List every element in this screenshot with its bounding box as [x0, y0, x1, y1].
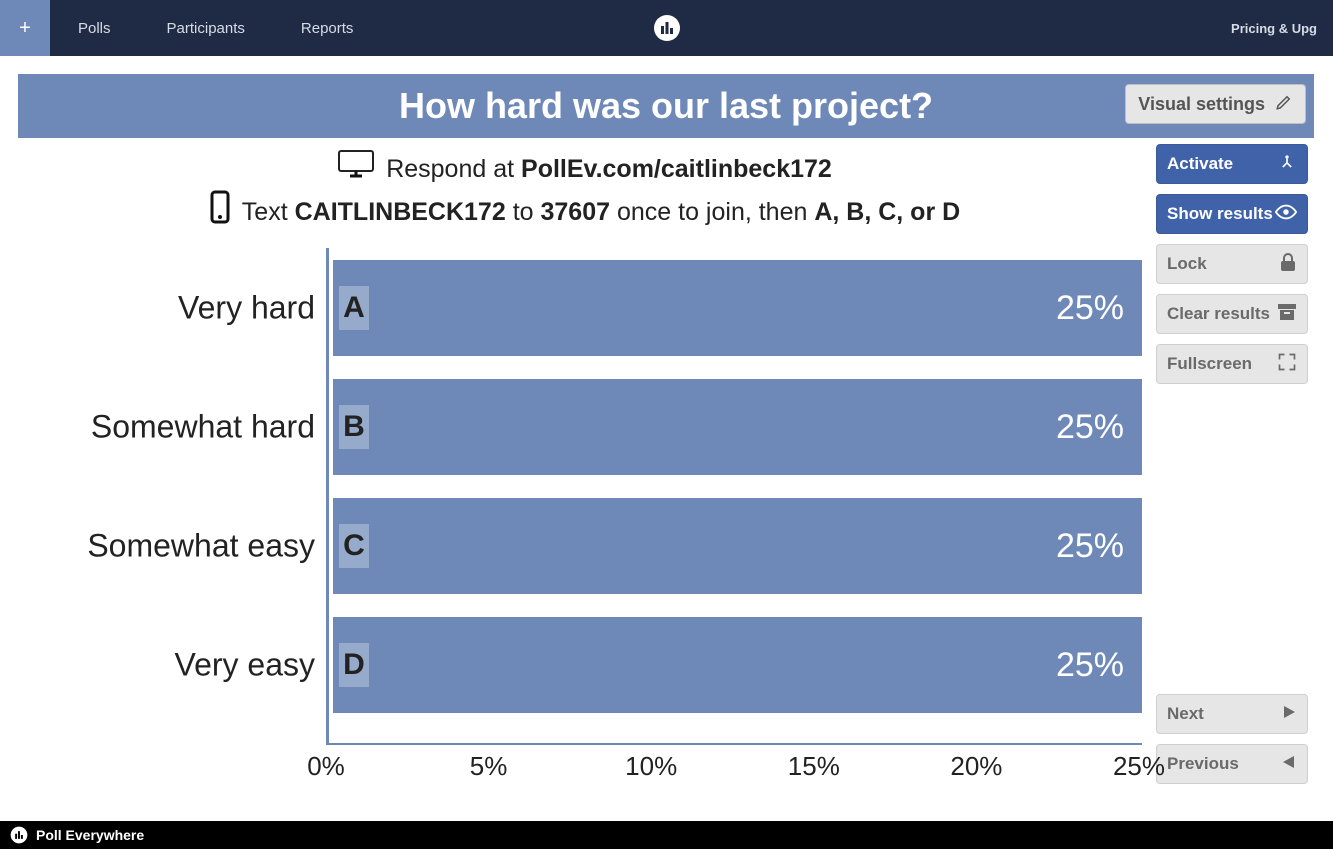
text-code: CAITLINBECK172	[295, 198, 506, 226]
next-label: Next	[1167, 704, 1204, 724]
respond-url: PollEv.com/caitlinbeck172	[521, 155, 832, 183]
lock-button[interactable]: Lock	[1156, 244, 1308, 284]
bar-row: Very hardA25%	[329, 260, 1142, 356]
instructions: Respond at PollEv.com/caitlinbeck172 Tex…	[18, 142, 1150, 248]
top-nav: + Polls Participants Reports Pricing & U…	[0, 0, 1333, 56]
previous-label: Previous	[1167, 754, 1239, 774]
bar-letter: A	[339, 286, 369, 330]
footer: Poll Everywhere	[0, 821, 1333, 849]
visual-settings-label: Visual settings	[1138, 94, 1265, 115]
text-once: once to join, then	[610, 198, 814, 226]
phone-icon	[208, 190, 232, 234]
next-button[interactable]: Next	[1156, 694, 1308, 734]
bar: D 25%	[333, 617, 1142, 713]
side-panel: Activate Show results Lock Clear results…	[1150, 138, 1314, 785]
text-prefix: Text	[242, 198, 295, 226]
bar: A 25%	[333, 260, 1142, 356]
fullscreen-button[interactable]: Fullscreen	[1156, 344, 1308, 384]
x-tick-label: 10%	[625, 751, 677, 782]
broadcast-icon	[1277, 152, 1297, 177]
bar-row: Very easyD25%	[329, 617, 1142, 713]
nav-reports[interactable]: Reports	[273, 0, 382, 56]
footer-logo-icon	[10, 826, 28, 844]
bar-category-label: Somewhat easy	[35, 529, 315, 564]
bar-category-label: Somewhat hard	[35, 410, 315, 445]
text-choices: A, B, C, or D	[814, 198, 960, 226]
respond-prefix: Respond at	[386, 155, 521, 183]
poll-title-bar: How hard was our last project? Visual se…	[18, 74, 1314, 138]
bar-value-label: 25%	[1056, 289, 1142, 328]
x-tick-label: 20%	[950, 751, 1002, 782]
expand-icon	[1277, 352, 1297, 377]
bar-row: Somewhat easyC25%	[329, 498, 1142, 594]
bar-value-label: 25%	[1056, 527, 1142, 566]
x-tick-label: 5%	[470, 751, 508, 782]
x-tick-label: 15%	[788, 751, 840, 782]
visual-settings-button[interactable]: Visual settings	[1125, 84, 1306, 124]
lock-label: Lock	[1167, 254, 1207, 274]
activate-button[interactable]: Activate	[1156, 144, 1308, 184]
bar-value-label: 25%	[1056, 408, 1142, 447]
x-tick-label: 0%	[307, 751, 345, 782]
archive-icon	[1277, 303, 1297, 326]
lock-icon	[1279, 252, 1297, 277]
activate-label: Activate	[1167, 154, 1233, 174]
show-results-button[interactable]: Show results	[1156, 194, 1308, 234]
bar: C 25%	[333, 498, 1142, 594]
play-icon	[1281, 704, 1297, 725]
chart: Very hard A 25% Somewhat hard B 25% Somewhat e…	[26, 248, 1142, 785]
play-reverse-icon	[1281, 754, 1297, 775]
bar-letter: C	[339, 524, 369, 568]
fullscreen-label: Fullscreen	[1167, 354, 1252, 374]
previous-button[interactable]: Previous	[1156, 744, 1308, 784]
show-results-label: Show results	[1167, 204, 1273, 224]
add-poll-button[interactable]: +	[0, 0, 50, 56]
nav-polls[interactable]: Polls	[50, 0, 139, 56]
bar-value-label: 25%	[1056, 646, 1142, 685]
monitor-icon	[336, 148, 376, 190]
eye-icon	[1275, 204, 1297, 225]
bar-category-label: Very easy	[35, 648, 315, 683]
text-number: 37607	[541, 198, 611, 226]
poll-title: How hard was our last project?	[18, 85, 1314, 127]
bar-row: Somewhat hardB25%	[329, 379, 1142, 475]
bar-letter: D	[339, 643, 369, 687]
bar-letter: B	[339, 405, 369, 449]
nav-pricing[interactable]: Pricing & Upg	[1215, 21, 1333, 36]
clear-results-label: Clear results	[1167, 304, 1270, 324]
x-tick-label: 25%	[1113, 751, 1165, 782]
clear-results-button[interactable]: Clear results	[1156, 294, 1308, 334]
paintbrush-icon	[1275, 93, 1293, 116]
bar-category-label: Very hard	[35, 291, 315, 326]
brand-logo-icon	[653, 14, 681, 42]
text-to: to	[506, 198, 541, 226]
nav-participants[interactable]: Participants	[139, 0, 273, 56]
bar: B 25%	[333, 379, 1142, 475]
footer-brand: Poll Everywhere	[36, 827, 144, 843]
